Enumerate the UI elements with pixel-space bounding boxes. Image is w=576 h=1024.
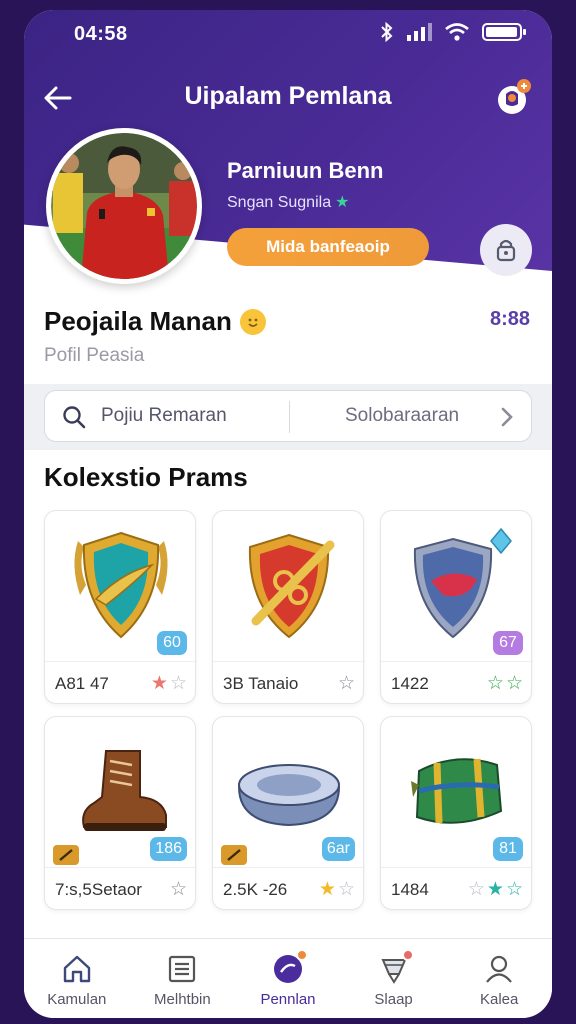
collection-card[interactable]: 186 7:s,5Setaor ☆ <box>44 716 197 911</box>
lock-button[interactable] <box>480 224 532 276</box>
status-time: 04:58 <box>74 23 128 45</box>
card-label: 2.5K -26 <box>223 879 288 899</box>
status-icons <box>380 22 528 42</box>
collection-card[interactable]: 3B Tanaio ☆ <box>212 510 365 705</box>
edit-profile-button[interactable]: Mida banfeaoip <box>227 228 429 266</box>
user-icon <box>481 951 517 987</box>
card-label: 1484 <box>391 879 429 899</box>
nav-item-list[interactable]: Melhtbin <box>130 939 236 1018</box>
nav-label: Kamulan <box>47 991 107 1008</box>
card-label: 7:s,5Setaor <box>55 879 142 899</box>
bottom-navigation: Kamulan Melhtbin Pennlan Slaap Kalea <box>24 938 552 1018</box>
collection-card[interactable]: 6ar 2.5K -26 ★ ☆ <box>212 716 365 911</box>
signal-icon <box>407 23 432 41</box>
star-outline-icon: ☆ <box>505 673 523 694</box>
card-footer: 7:s,5Setaor ☆ <box>45 867 197 911</box>
card-label: 1422 <box>391 673 429 693</box>
profile-name: Parniuun Benn <box>227 158 384 183</box>
app-bar: Uipalam Pemlana <box>24 72 552 122</box>
card-footer: A81 47 ★ ☆ <box>45 661 197 705</box>
star-outline-icon: ☆ <box>169 879 187 900</box>
nav-item-trophy[interactable]: Slaap <box>341 939 447 1018</box>
star-icon: ★ <box>335 194 350 211</box>
card-footer: 3B Tanaio ☆ <box>213 661 365 705</box>
nav-item-profile[interactable]: Kalea <box>446 939 552 1018</box>
nav-label: Melhtbin <box>154 991 211 1008</box>
collection-card[interactable]: 67 1422 ☆ ☆ <box>380 510 533 705</box>
trophy-icon <box>376 949 414 987</box>
search-divider <box>289 401 290 433</box>
level-badge: 6ar <box>321 837 355 861</box>
battery-icon <box>482 23 526 41</box>
player-subtitle: Pofil Peasia <box>44 345 145 366</box>
chevron-right-icon[interactable] <box>497 405 517 429</box>
star-icon: ★ <box>486 879 504 900</box>
collection-card[interactable]: 60 A81 47 ★ ☆ <box>44 510 197 705</box>
phone-screen: 04:58 Uipalam Pemlana Parniuun Benn Snga… <box>24 10 552 1018</box>
card-footer: 2.5K -26 ★ ☆ <box>213 867 365 911</box>
chat-icon <box>270 949 308 987</box>
nav-item-home[interactable]: Kamulan <box>24 939 130 1018</box>
star-outline-icon: ☆ <box>486 673 504 694</box>
profile-subtitle-text: Sngan Sugnila <box>227 194 332 211</box>
category-chip-icon <box>221 845 247 865</box>
list-icon <box>164 951 200 987</box>
profile-subtitle: Sngan Sugnila ★ <box>227 192 349 212</box>
card-footer: 1422 ☆ ☆ <box>381 661 533 705</box>
nav-label: Pennlan <box>260 991 316 1008</box>
edit-profile-label: Mida banfeaoip <box>266 237 390 256</box>
card-footer: 1484 ☆ ★ ☆ <box>381 867 533 911</box>
level-badge: 81 <box>493 837 523 861</box>
lock-icon <box>496 239 516 262</box>
star-outline-icon: ☆ <box>505 879 523 900</box>
player-code: 8:88 <box>489 308 530 330</box>
red-gold-shield-icon <box>213 511 365 659</box>
star-outline-icon: ☆ <box>169 673 187 694</box>
wifi-icon <box>445 23 469 41</box>
search-bar[interactable]: Pojiu Remaran Solobaraaran <box>44 390 532 442</box>
player-photo <box>51 133 197 279</box>
sort-dropdown[interactable]: Solobaraaran <box>345 405 459 427</box>
home-icon <box>59 951 95 987</box>
collection-card[interactable]: 81 1484 ☆ ★ ☆ <box>380 716 533 911</box>
search-icon <box>63 406 86 429</box>
star-outline-icon: ☆ <box>337 879 355 900</box>
bluetooth-icon <box>381 22 393 42</box>
notification-button[interactable] <box>492 76 536 120</box>
card-label: A81 47 <box>55 673 109 693</box>
star-icon: ★ <box>150 673 168 694</box>
avatar[interactable] <box>46 128 202 284</box>
star-icon: ★ <box>318 879 336 900</box>
card-label: 3B Tanaio <box>223 673 299 693</box>
notification-icon <box>498 79 531 114</box>
player-name-text: Peojaila Manan <box>44 306 232 336</box>
category-chip-icon <box>53 845 79 865</box>
player-name: Peojaila Manan <box>44 306 266 337</box>
level-badge: 186 <box>150 837 187 861</box>
level-badge: 60 <box>157 631 187 655</box>
nav-item-chat[interactable]: Pennlan <box>235 939 341 1018</box>
nav-label: Slaap <box>374 991 413 1008</box>
star-outline-icon: ☆ <box>337 673 355 694</box>
page-title: Uipalam Pemlana <box>184 82 392 110</box>
level-badge: 67 <box>493 631 523 655</box>
nav-label: Kalea <box>479 991 519 1008</box>
collection-title: Kolexstio Prams <box>44 462 248 492</box>
star-outline-icon: ☆ <box>467 879 485 900</box>
search-input[interactable]: Pojiu Remaran <box>101 405 227 427</box>
smiley-icon <box>239 308 266 335</box>
status-bar: 04:58 <box>24 10 552 58</box>
search-section: Pojiu Remaran Solobaraaran <box>24 384 552 450</box>
